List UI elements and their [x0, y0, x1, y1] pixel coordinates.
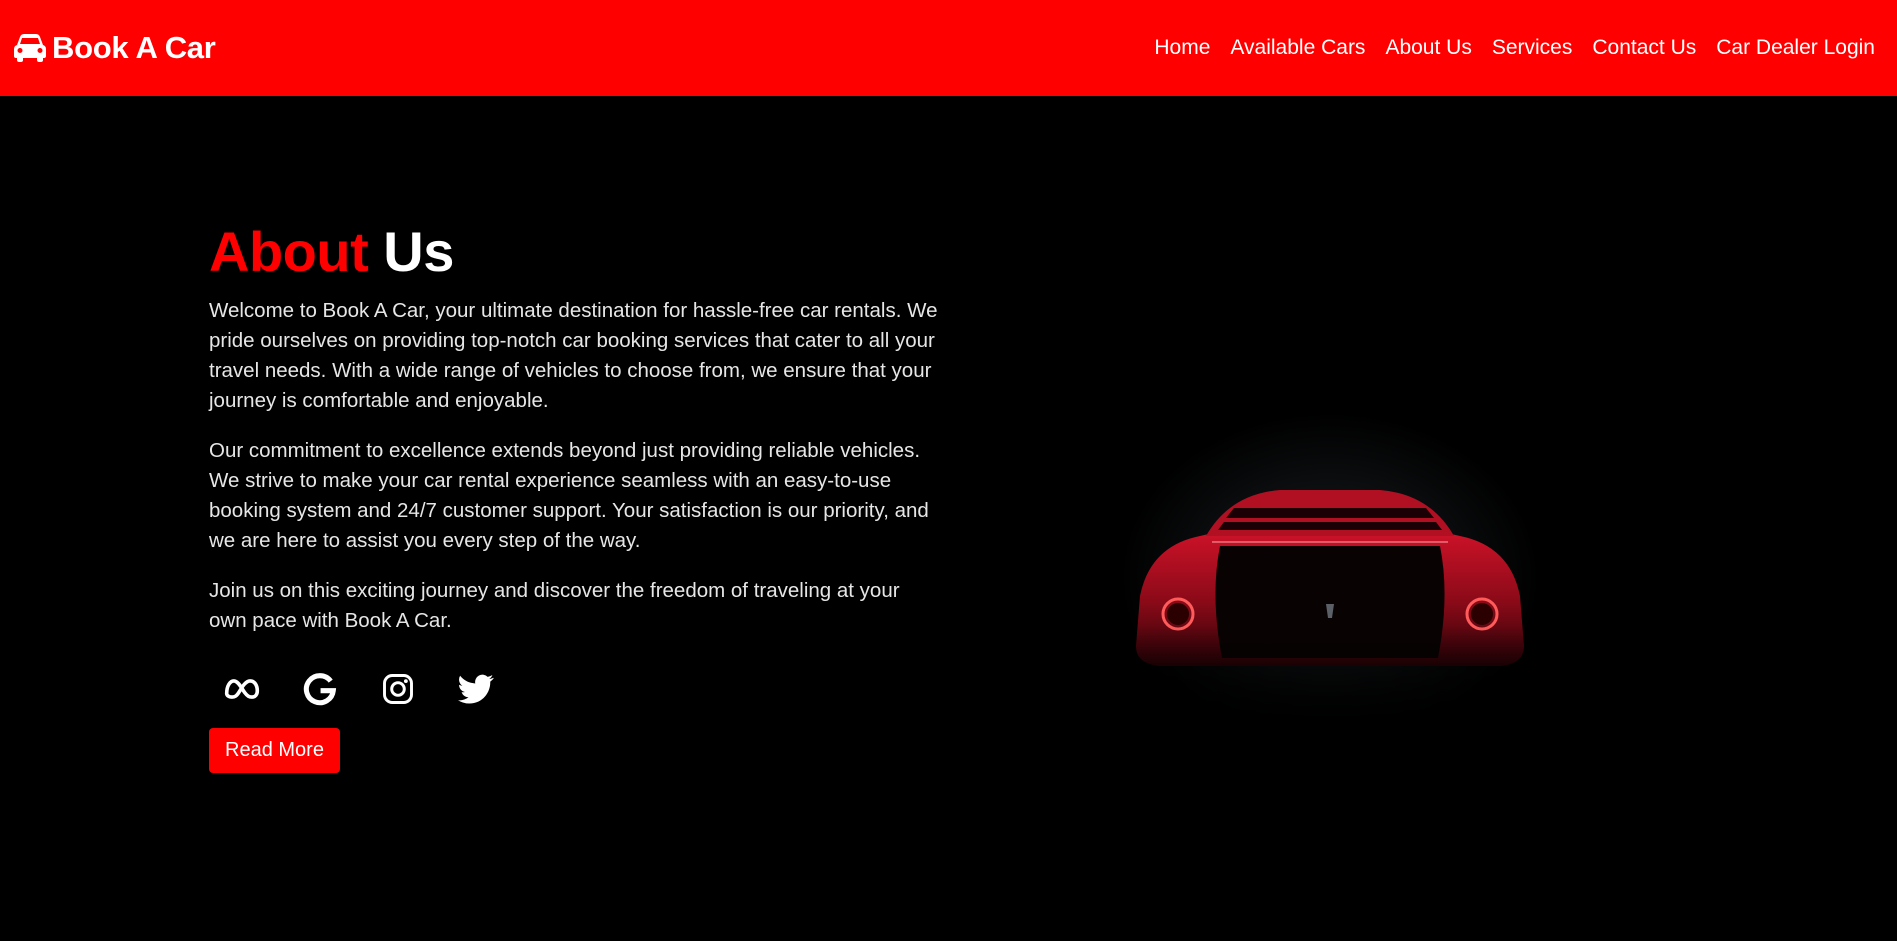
- twitter-icon: [458, 674, 494, 704]
- nav-link-available-cars[interactable]: Available Cars: [1230, 36, 1365, 59]
- nav-item-about-us: About Us: [1385, 36, 1471, 60]
- navbar: Book A Car Home Available Cars About Us …: [0, 0, 1897, 96]
- nav-menu: Home Available Cars About Us Services Co…: [1134, 36, 1875, 60]
- about-heading-rest: Us: [383, 220, 454, 283]
- meta-icon: [224, 679, 260, 699]
- google-link[interactable]: [301, 670, 339, 708]
- about-heading-accent: About: [209, 220, 369, 283]
- nav-link-about-us[interactable]: About Us: [1385, 36, 1471, 59]
- about-content: About Us Welcome to Book A Car, your ult…: [209, 220, 949, 773]
- read-more-button[interactable]: Read More: [209, 728, 340, 773]
- instagram-icon: [383, 674, 413, 704]
- instagram-link[interactable]: [379, 670, 417, 708]
- brand-name: Book A Car: [52, 30, 216, 65]
- nav-item-services: Services: [1492, 36, 1573, 60]
- google-icon: [303, 673, 337, 706]
- social-links: [223, 670, 949, 708]
- about-heading: About Us: [209, 220, 949, 284]
- nav-item-available-cars: Available Cars: [1230, 36, 1365, 60]
- sports-car-image: [1120, 396, 1540, 726]
- twitter-link[interactable]: [457, 670, 495, 708]
- about-paragraph-3: Join us on this exciting journey and dis…: [209, 579, 900, 632]
- car-icon: [14, 34, 46, 62]
- brand-logo-link[interactable]: Book A Car: [14, 30, 216, 66]
- nav-link-car-dealer-login[interactable]: Car Dealer Login: [1716, 36, 1875, 59]
- about-paragraph-2: Our commitment to excellence extends bey…: [209, 439, 929, 552]
- nav-item-home: Home: [1154, 36, 1210, 60]
- nav-link-services[interactable]: Services: [1492, 36, 1573, 59]
- nav-link-contact-us[interactable]: Contact Us: [1592, 36, 1696, 59]
- nav-item-contact-us: Contact Us: [1592, 36, 1696, 60]
- nav-link-home[interactable]: Home: [1154, 36, 1210, 59]
- about-section: About Us Welcome to Book A Car, your ult…: [0, 96, 1897, 941]
- nav-item-car-dealer-login: Car Dealer Login: [1716, 36, 1875, 60]
- about-paragraph-1: Welcome to Book A Car, your ultimate des…: [209, 299, 938, 412]
- meta-link[interactable]: [223, 670, 261, 708]
